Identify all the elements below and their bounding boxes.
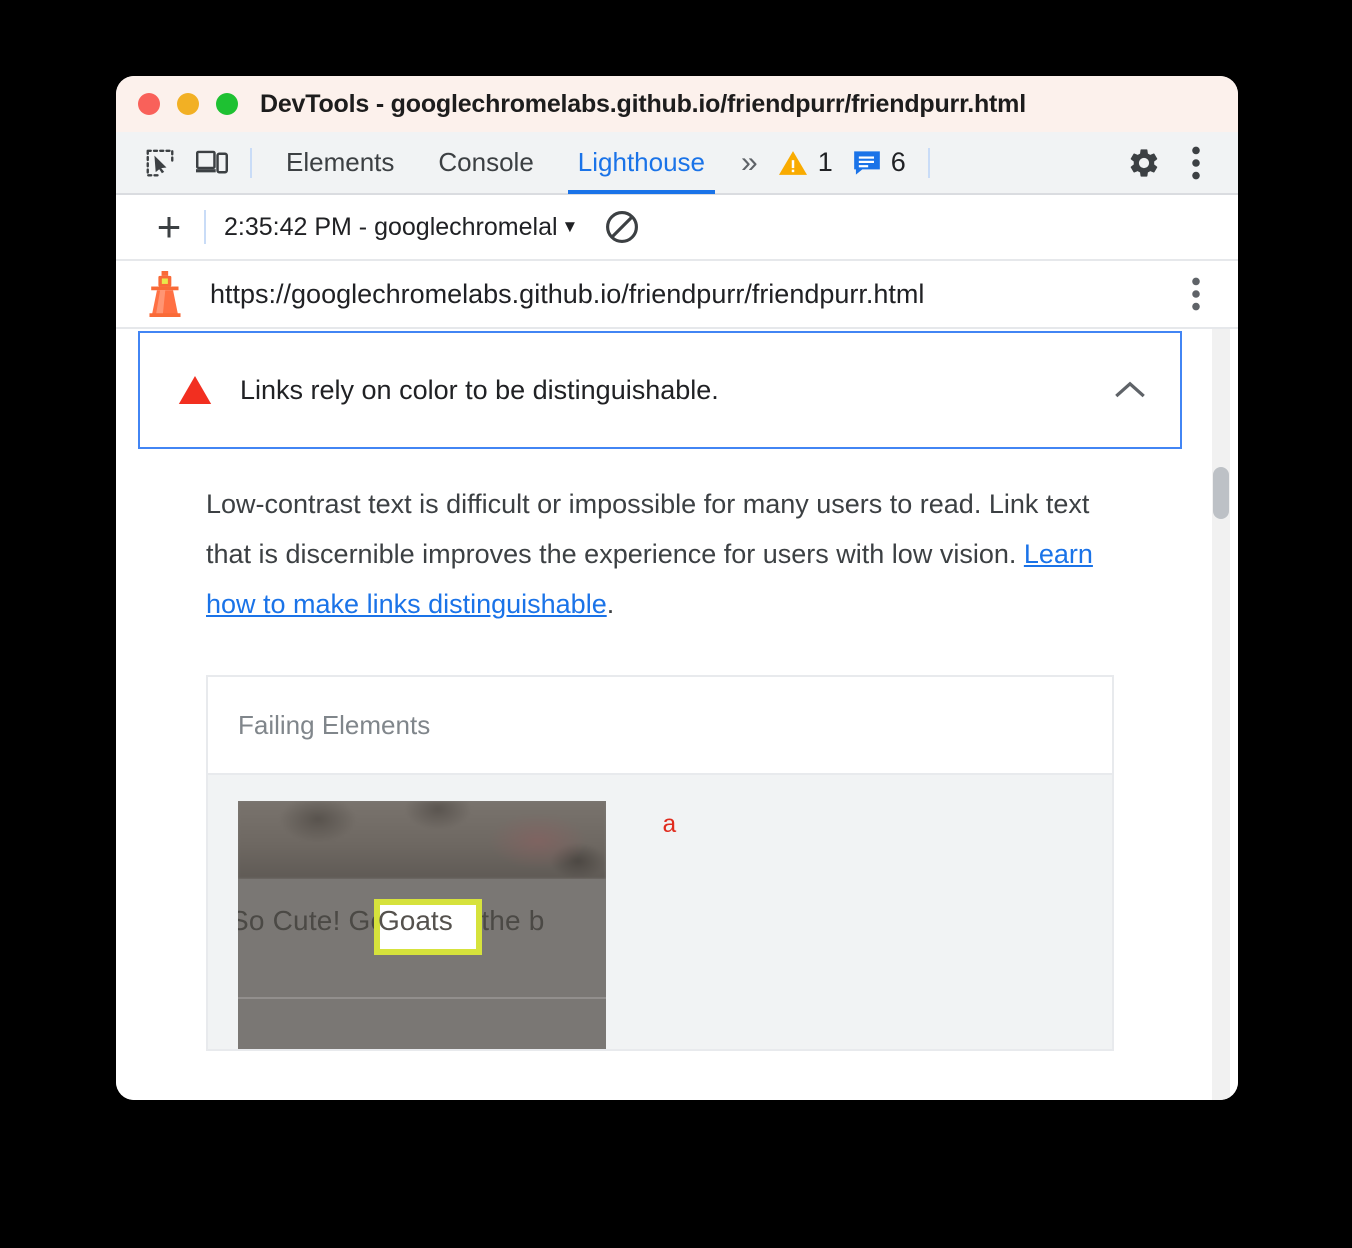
- lighthouse-panel-toolbar: + 2:35:42 PM - googlechromelal ▼: [116, 195, 1238, 261]
- lighthouse-icon: [142, 271, 188, 317]
- new-report-button[interactable]: +: [142, 206, 196, 248]
- message-count: 6: [890, 147, 906, 177]
- chevron-up-icon[interactable]: [1110, 380, 1150, 400]
- table-row: So Cute! Goats are the b Goats a: [208, 775, 1112, 1049]
- report-url: https://googlechromelabs.github.io/frien…: [210, 278, 925, 309]
- element-screenshot-thumbnail[interactable]: So Cute! Goats are the b Goats: [238, 801, 606, 1049]
- failing-element-selector: a: [662, 811, 678, 840]
- audit-description-suffix: .: [606, 589, 615, 619]
- devtools-tabstrip: Elements Console Lighthouse » 1 6: [116, 132, 1238, 195]
- window-title: DevTools - googlechromelabs.github.io/fr…: [260, 89, 1026, 118]
- report-menu-icon[interactable]: [1176, 277, 1216, 311]
- warning-triangle-icon: [778, 150, 807, 175]
- gear-icon[interactable]: [1118, 140, 1170, 186]
- audit-title: Links rely on color to be distinguishabl…: [240, 374, 719, 405]
- close-window-button[interactable]: [138, 93, 160, 115]
- traffic-light-buttons[interactable]: [138, 93, 238, 115]
- report-url-bar: https://googlechromelabs.github.io/frien…: [116, 261, 1238, 329]
- window-titlebar: DevTools - googlechromelabs.github.io/fr…: [116, 76, 1238, 132]
- failing-elements-header: Failing Elements: [208, 677, 1112, 775]
- vertical-scrollbar[interactable]: [1212, 329, 1230, 1100]
- message-bubble-icon: [853, 150, 880, 175]
- screenshot-root: DevTools - googlechromelabs.github.io/fr…: [0, 0, 1352, 1248]
- failing-elements-header-label: Failing Elements: [238, 709, 431, 740]
- tab-lighthouse[interactable]: Lighthouse: [556, 131, 727, 194]
- audit-description: Low-contrast text is difficult or imposs…: [206, 479, 1134, 629]
- thumbnail-divider-line: [238, 997, 606, 999]
- audit-header[interactable]: Links rely on color to be distinguishabl…: [138, 331, 1182, 449]
- scrollbar-thumb[interactable]: [1213, 467, 1229, 519]
- toolbar-divider-right: [927, 147, 930, 178]
- warning-count: 1: [817, 147, 833, 177]
- more-tabs-icon[interactable]: »: [727, 146, 768, 180]
- report-select[interactable]: 2:35:42 PM - googlechromelal ▼: [224, 213, 578, 242]
- report-scrollport: Links rely on color to be distinguishabl…: [116, 329, 1204, 1100]
- highlighted-word: Goats: [378, 905, 453, 936]
- kebab-menu-icon[interactable]: [1170, 140, 1222, 186]
- tab-console[interactable]: Console: [416, 131, 555, 194]
- warning-count-group[interactable]: 1: [768, 147, 843, 178]
- device-toolbar-icon[interactable]: [186, 140, 238, 186]
- chevron-down-icon: ▼: [561, 217, 579, 236]
- report-select-value: 2:35:42 PM - googlechromelal: [224, 212, 558, 241]
- message-count-group[interactable]: 6: [843, 147, 916, 178]
- clear-all-icon[interactable]: [604, 209, 640, 245]
- minimize-window-button[interactable]: [177, 93, 199, 115]
- thumbnail-photo-region: [238, 801, 606, 879]
- tab-elements[interactable]: Elements: [264, 131, 416, 194]
- devtools-window: DevTools - googlechromelabs.github.io/fr…: [116, 76, 1238, 1100]
- inspect-element-icon[interactable]: [134, 140, 186, 186]
- toolbar-divider: [250, 147, 252, 178]
- lh-toolbar-divider: [204, 210, 206, 244]
- lighthouse-report-body: Links rely on color to be distinguishabl…: [116, 329, 1238, 1100]
- audit-description-text: Low-contrast text is difficult or imposs…: [206, 489, 1090, 569]
- red-triangle-fail-icon: [176, 375, 214, 405]
- maximize-window-button[interactable]: [216, 93, 238, 115]
- failing-elements-table: Failing Elements So Cute! Goats are the …: [206, 675, 1114, 1051]
